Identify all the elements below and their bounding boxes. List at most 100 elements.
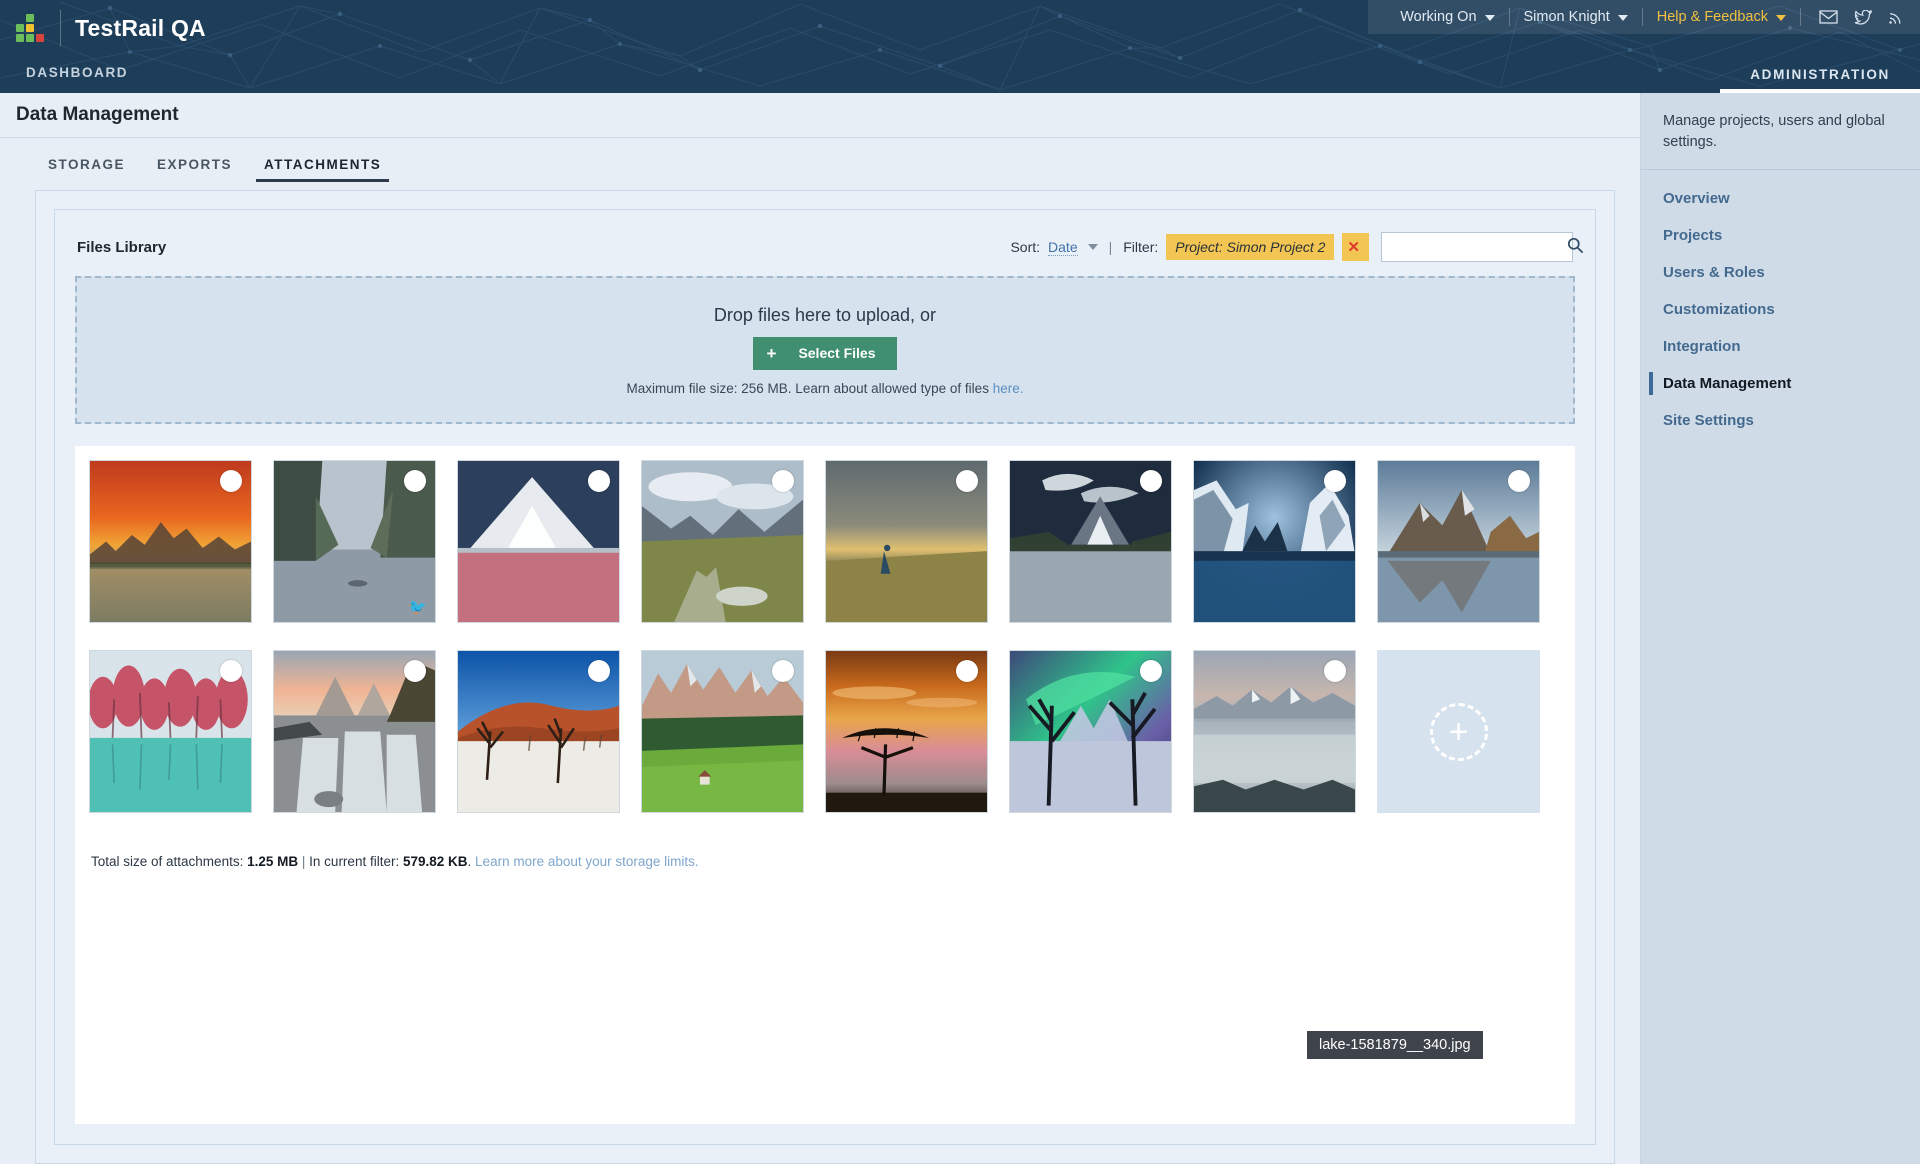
filter-chip-project[interactable]: Project: Simon Project 2 [1166,234,1335,260]
allowed-types-link[interactable]: here. [993,381,1024,396]
total-size-value: 1.25 MB [247,854,299,869]
twitter-bird-icon: 🐦 [408,599,427,616]
volcano-lake-clouds-thumbnail[interactable] [1009,460,1172,623]
search-icon[interactable] [1567,237,1584,257]
toolbar-separator: | [1108,239,1113,255]
dashboard-link[interactable]: DASHBOARD [26,65,128,80]
user-nav: Working On Simon Knight Help & Feedback [1368,0,1920,34]
chevron-down-icon [1484,15,1495,21]
thumbnail-select-checkbox[interactable] [772,660,794,682]
footer-period: . [467,854,472,869]
thumbnail-select-checkbox[interactable] [220,660,242,682]
sort-chevron-down-icon[interactable] [1087,244,1098,250]
user-name-label: Simon Knight [1523,9,1610,25]
thumbnail-select-checkbox[interactable] [956,470,978,492]
sort-label: Sort: [1010,239,1041,255]
page-title: Data Management [16,104,179,125]
misty-mountain-range-thumbnail[interactable] [1193,650,1356,813]
add-attachment-icon: + [1429,702,1488,761]
page-body: Data Management STORAGE EXPORTS ATTACHME… [0,93,1920,1164]
sidebar-item-projects[interactable]: Projects [1641,217,1920,254]
section-tabs: STORAGE EXPORTS ATTACHMENTS [0,138,1640,182]
pink-lake-snowy-mountain-thumbnail[interactable] [457,460,620,623]
brand[interactable]: TestRail QA [16,10,206,46]
alpine-meadow-stream-thumbnail[interactable] [641,460,804,623]
add-attachment-tile[interactable]: + [1377,650,1540,813]
winter-valley-reflection-thumbnail[interactable] [1193,460,1356,623]
chevron-down-icon [1617,15,1628,21]
sidebar-item-integration[interactable]: Integration [1641,328,1920,365]
rss-icon[interactable] [1888,9,1904,25]
thumbnail-select-checkbox[interactable] [404,470,426,492]
tab-storage[interactable]: STORAGE [32,157,141,182]
thumbnail-select-checkbox[interactable] [220,470,242,492]
thumbnail-select-checkbox[interactable] [772,470,794,492]
acacia-tree-sunset-thumbnail[interactable] [825,650,988,813]
brand-divider [60,10,61,46]
sidebar-description: Manage projects, users and global settin… [1641,107,1920,171]
select-files-button[interactable]: + Select Files [752,336,898,370]
sidebar-item-customizations[interactable]: Customizations [1641,291,1920,328]
sidebar-item-data-management[interactable]: Data Management [1641,365,1920,402]
thumbnail-select-checkbox[interactable] [588,660,610,682]
library-header: Files Library Sort: Date | Filter: Proje… [75,228,1584,276]
files-library-panel: Files Library Sort: Date | Filter: Proje… [54,209,1596,1145]
fjord-lake-thumbnail[interactable]: 🐦 [273,460,436,623]
desert-dunes-dead-trees-thumbnail[interactable] [457,650,620,813]
dolomites-green-valley-thumbnail[interactable] [641,650,804,813]
page-title-bar: Data Management [0,93,1640,138]
current-filter-value: 579.82 KB [402,854,468,869]
search-input[interactable] [1390,239,1567,255]
library-title: Files Library [77,238,167,256]
tab-attachments[interactable]: ATTACHMENTS [248,157,397,182]
twitter-icon[interactable] [1854,9,1872,25]
filter-label: Filter: [1123,239,1159,255]
thumbnail-select-checkbox[interactable] [1140,470,1162,492]
filter-remove-icon[interactable]: ✕ [1342,233,1369,261]
sunset-karst-river-thumbnail[interactable] [89,460,252,623]
aurora-borealis-trees-thumbnail[interactable] [1009,650,1172,813]
working-on-menu[interactable]: Working On [1386,9,1508,25]
thumbnail-select-checkbox[interactable] [588,470,610,492]
mail-icon[interactable] [1819,10,1838,24]
working-on-label: Working On [1400,9,1477,25]
waterfall-autumn-peaks-thumbnail[interactable] [273,650,436,813]
storage-limits-link[interactable]: Learn more about your storage limits. [475,854,699,869]
plus-icon: + [766,343,777,363]
hiker-golden-hills-thumbnail[interactable] [825,460,988,623]
thumbnail-select-checkbox[interactable] [1508,470,1530,492]
nav-icon-group [1801,9,1904,25]
thumbnail-select-checkbox[interactable] [1324,470,1346,492]
chevron-down-icon [1776,15,1786,21]
thumbnail-select-checkbox[interactable] [1324,660,1346,682]
tab-exports[interactable]: EXPORTS [141,157,248,182]
sort-value[interactable]: Date [1048,239,1078,256]
thumbnail-grid: 🐦 + [89,460,1575,840]
total-size-label: Total size of attachments: [91,854,244,869]
testrail-squares-logo-icon [16,13,46,43]
thumbnail-select-checkbox[interactable] [1140,660,1162,682]
help-feedback-menu[interactable]: Help & Feedback [1643,9,1800,25]
thumbnail-grid-panel: 🐦 + lake-1581879__340.jpg Total size of … [75,446,1575,1124]
tab-administration[interactable]: ADMINISTRATION [1720,67,1920,93]
search-box[interactable] [1381,232,1584,262]
footer-divider: | [301,854,306,869]
sidebar-item-users-roles[interactable]: Users & Roles [1641,254,1920,291]
dropzone-note: Maximum file size: 256 MB. Learn about a… [627,381,1024,396]
mountain-reflection-lake-thumbnail[interactable] [1377,460,1540,623]
red-forest-teal-water-thumbnail[interactable] [89,650,252,813]
thumbnail-select-checkbox[interactable] [404,660,426,682]
user-menu[interactable]: Simon Knight [1510,9,1642,25]
sidebar-nav: Overview Projects Users & Roles Customiz… [1641,170,1920,439]
attachments-panel: Files Library Sort: Date | Filter: Proje… [35,190,1615,1164]
sidebar-item-site-settings[interactable]: Site Settings [1641,402,1920,439]
library-toolbar: Sort: Date | Filter: Project: Simon Proj… [1010,232,1584,262]
select-files-label: Select Files [798,345,876,361]
main-content: Data Management STORAGE EXPORTS ATTACHME… [0,93,1641,1164]
thumbnail-select-checkbox[interactable] [956,660,978,682]
current-filter-label: In current filter: [309,854,400,869]
storage-footer: Total size of attachments: 1.25 MB | In … [89,840,1575,869]
sidebar-item-overview[interactable]: Overview [1641,180,1920,217]
file-dropzone[interactable]: Drop files here to upload, or + Select F… [75,276,1575,424]
admin-sidebar: Manage projects, users and global settin… [1641,93,1920,1164]
